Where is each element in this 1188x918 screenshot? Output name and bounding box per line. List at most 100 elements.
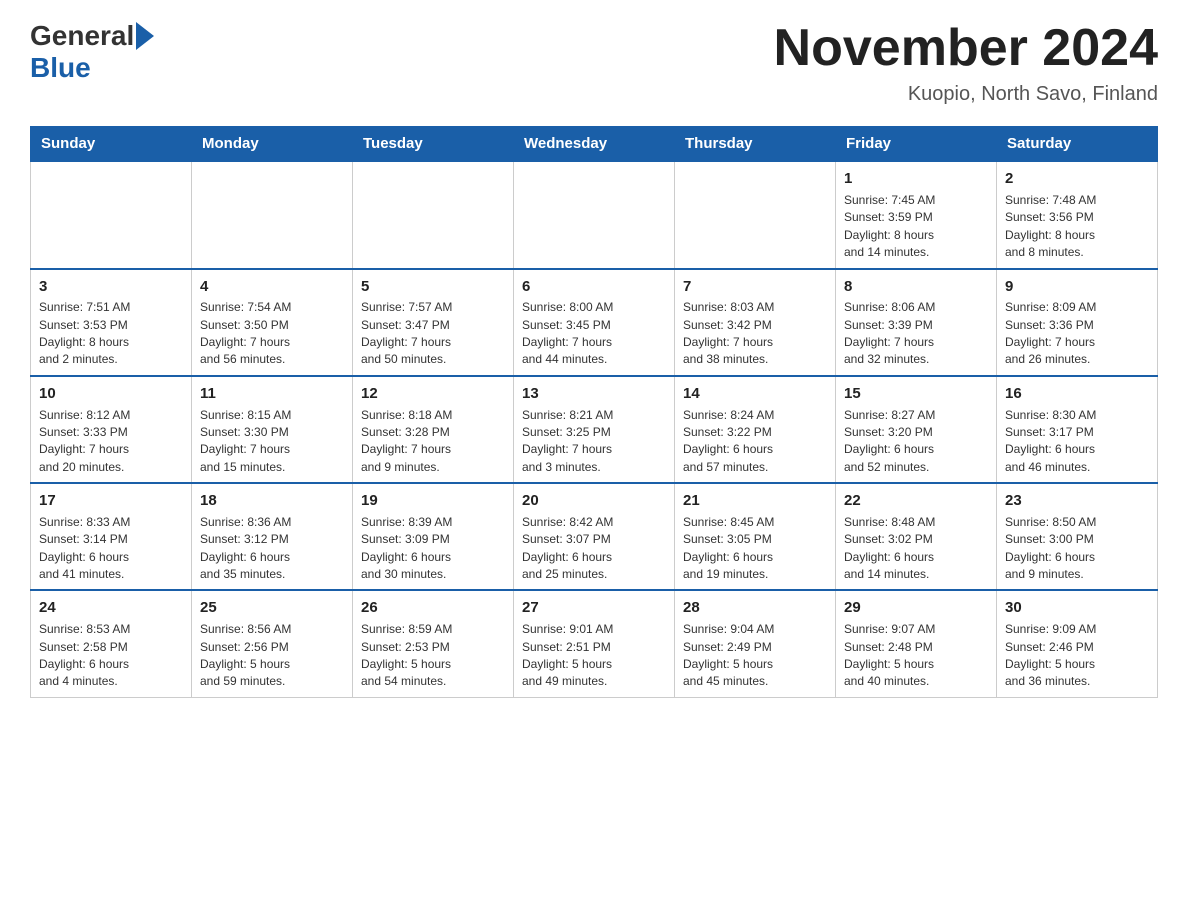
weekday-header-sunday: Sunday — [31, 127, 192, 162]
day-info: Sunrise: 8:15 AMSunset: 3:30 PMDaylight:… — [200, 407, 344, 477]
day-info: Sunrise: 7:48 AMSunset: 3:56 PMDaylight:… — [1005, 192, 1149, 262]
day-info: Sunrise: 9:01 AMSunset: 2:51 PMDaylight:… — [522, 621, 666, 691]
day-info: Sunrise: 8:24 AMSunset: 3:22 PMDaylight:… — [683, 407, 827, 477]
calendar-cell: 8Sunrise: 8:06 AMSunset: 3:39 PMDaylight… — [836, 269, 997, 376]
calendar-cell: 26Sunrise: 8:59 AMSunset: 2:53 PMDayligh… — [353, 590, 514, 697]
calendar-cell: 5Sunrise: 7:57 AMSunset: 3:47 PMDaylight… — [353, 269, 514, 376]
day-number: 28 — [683, 597, 827, 619]
calendar-cell: 9Sunrise: 8:09 AMSunset: 3:36 PMDaylight… — [997, 269, 1158, 376]
calendar-cell: 1Sunrise: 7:45 AMSunset: 3:59 PMDaylight… — [836, 161, 997, 268]
calendar-cell: 15Sunrise: 8:27 AMSunset: 3:20 PMDayligh… — [836, 376, 997, 483]
title-area: November 2024 Kuopio, North Savo, Finlan… — [774, 20, 1158, 106]
calendar-cell: 2Sunrise: 7:48 AMSunset: 3:56 PMDaylight… — [997, 161, 1158, 268]
day-number: 2 — [1005, 168, 1149, 190]
day-info: Sunrise: 8:33 AMSunset: 3:14 PMDaylight:… — [39, 514, 183, 584]
calendar-cell: 30Sunrise: 9:09 AMSunset: 2:46 PMDayligh… — [997, 590, 1158, 697]
day-number: 27 — [522, 597, 666, 619]
day-info: Sunrise: 8:00 AMSunset: 3:45 PMDaylight:… — [522, 299, 666, 369]
calendar-cell — [31, 161, 192, 268]
weekday-header-row: SundayMondayTuesdayWednesdayThursdayFrid… — [31, 127, 1158, 162]
logo-general-text: General — [30, 20, 134, 52]
day-info: Sunrise: 8:50 AMSunset: 3:00 PMDaylight:… — [1005, 514, 1149, 584]
calendar-cell: 17Sunrise: 8:33 AMSunset: 3:14 PMDayligh… — [31, 483, 192, 590]
calendar-table: SundayMondayTuesdayWednesdayThursdayFrid… — [30, 126, 1158, 698]
calendar-cell: 11Sunrise: 8:15 AMSunset: 3:30 PMDayligh… — [192, 376, 353, 483]
day-number: 4 — [200, 276, 344, 298]
day-number: 9 — [1005, 276, 1149, 298]
day-number: 3 — [39, 276, 183, 298]
calendar-cell: 27Sunrise: 9:01 AMSunset: 2:51 PMDayligh… — [514, 590, 675, 697]
day-number: 13 — [522, 383, 666, 405]
calendar-cell: 19Sunrise: 8:39 AMSunset: 3:09 PMDayligh… — [353, 483, 514, 590]
day-number: 25 — [200, 597, 344, 619]
day-number: 17 — [39, 490, 183, 512]
day-number: 1 — [844, 168, 988, 190]
day-number: 20 — [522, 490, 666, 512]
calendar-cell: 12Sunrise: 8:18 AMSunset: 3:28 PMDayligh… — [353, 376, 514, 483]
day-number: 23 — [1005, 490, 1149, 512]
day-number: 19 — [361, 490, 505, 512]
day-number: 12 — [361, 383, 505, 405]
day-info: Sunrise: 9:07 AMSunset: 2:48 PMDaylight:… — [844, 621, 988, 691]
calendar-cell: 21Sunrise: 8:45 AMSunset: 3:05 PMDayligh… — [675, 483, 836, 590]
day-number: 21 — [683, 490, 827, 512]
calendar-cell: 3Sunrise: 7:51 AMSunset: 3:53 PMDaylight… — [31, 269, 192, 376]
day-info: Sunrise: 7:57 AMSunset: 3:47 PMDaylight:… — [361, 299, 505, 369]
calendar-cell: 6Sunrise: 8:00 AMSunset: 3:45 PMDaylight… — [514, 269, 675, 376]
location-subtitle: Kuopio, North Savo, Finland — [774, 83, 1158, 106]
day-info: Sunrise: 7:51 AMSunset: 3:53 PMDaylight:… — [39, 299, 183, 369]
calendar-cell — [192, 161, 353, 268]
calendar-cell: 16Sunrise: 8:30 AMSunset: 3:17 PMDayligh… — [997, 376, 1158, 483]
day-info: Sunrise: 9:09 AMSunset: 2:46 PMDaylight:… — [1005, 621, 1149, 691]
day-info: Sunrise: 8:21 AMSunset: 3:25 PMDaylight:… — [522, 407, 666, 477]
calendar-cell: 7Sunrise: 8:03 AMSunset: 3:42 PMDaylight… — [675, 269, 836, 376]
weekday-header-friday: Friday — [836, 127, 997, 162]
calendar-cell: 28Sunrise: 9:04 AMSunset: 2:49 PMDayligh… — [675, 590, 836, 697]
day-number: 11 — [200, 383, 344, 405]
calendar-cell: 22Sunrise: 8:48 AMSunset: 3:02 PMDayligh… — [836, 483, 997, 590]
day-number: 14 — [683, 383, 827, 405]
calendar-cell: 18Sunrise: 8:36 AMSunset: 3:12 PMDayligh… — [192, 483, 353, 590]
day-number: 8 — [844, 276, 988, 298]
calendar-cell: 25Sunrise: 8:56 AMSunset: 2:56 PMDayligh… — [192, 590, 353, 697]
calendar-cell: 14Sunrise: 8:24 AMSunset: 3:22 PMDayligh… — [675, 376, 836, 483]
logo: General Blue — [30, 20, 156, 84]
calendar-cell: 29Sunrise: 9:07 AMSunset: 2:48 PMDayligh… — [836, 590, 997, 697]
day-info: Sunrise: 8:09 AMSunset: 3:36 PMDaylight:… — [1005, 299, 1149, 369]
day-number: 29 — [844, 597, 988, 619]
day-info: Sunrise: 7:54 AMSunset: 3:50 PMDaylight:… — [200, 299, 344, 369]
page-header: General Blue November 2024 Kuopio, North… — [30, 20, 1158, 106]
calendar-week-row: 10Sunrise: 8:12 AMSunset: 3:33 PMDayligh… — [31, 376, 1158, 483]
logo-arrow-icon — [136, 22, 154, 50]
day-info: Sunrise: 9:04 AMSunset: 2:49 PMDaylight:… — [683, 621, 827, 691]
day-number: 15 — [844, 383, 988, 405]
calendar-week-row: 3Sunrise: 7:51 AMSunset: 3:53 PMDaylight… — [31, 269, 1158, 376]
day-number: 30 — [1005, 597, 1149, 619]
day-number: 16 — [1005, 383, 1149, 405]
day-info: Sunrise: 8:36 AMSunset: 3:12 PMDaylight:… — [200, 514, 344, 584]
day-info: Sunrise: 8:27 AMSunset: 3:20 PMDaylight:… — [844, 407, 988, 477]
logo-blue-text: Blue — [30, 52, 91, 84]
day-info: Sunrise: 8:03 AMSunset: 3:42 PMDaylight:… — [683, 299, 827, 369]
day-number: 10 — [39, 383, 183, 405]
calendar-cell: 4Sunrise: 7:54 AMSunset: 3:50 PMDaylight… — [192, 269, 353, 376]
day-info: Sunrise: 8:12 AMSunset: 3:33 PMDaylight:… — [39, 407, 183, 477]
day-info: Sunrise: 8:42 AMSunset: 3:07 PMDaylight:… — [522, 514, 666, 584]
day-number: 24 — [39, 597, 183, 619]
day-number: 5 — [361, 276, 505, 298]
day-info: Sunrise: 8:48 AMSunset: 3:02 PMDaylight:… — [844, 514, 988, 584]
day-info: Sunrise: 8:30 AMSunset: 3:17 PMDaylight:… — [1005, 407, 1149, 477]
day-info: Sunrise: 8:06 AMSunset: 3:39 PMDaylight:… — [844, 299, 988, 369]
day-info: Sunrise: 8:45 AMSunset: 3:05 PMDaylight:… — [683, 514, 827, 584]
calendar-week-row: 24Sunrise: 8:53 AMSunset: 2:58 PMDayligh… — [31, 590, 1158, 697]
weekday-header-wednesday: Wednesday — [514, 127, 675, 162]
day-number: 7 — [683, 276, 827, 298]
day-info: Sunrise: 7:45 AMSunset: 3:59 PMDaylight:… — [844, 192, 988, 262]
day-info: Sunrise: 8:39 AMSunset: 3:09 PMDaylight:… — [361, 514, 505, 584]
day-info: Sunrise: 8:56 AMSunset: 2:56 PMDaylight:… — [200, 621, 344, 691]
day-number: 6 — [522, 276, 666, 298]
calendar-week-row: 17Sunrise: 8:33 AMSunset: 3:14 PMDayligh… — [31, 483, 1158, 590]
calendar-week-row: 1Sunrise: 7:45 AMSunset: 3:59 PMDaylight… — [31, 161, 1158, 268]
calendar-cell: 24Sunrise: 8:53 AMSunset: 2:58 PMDayligh… — [31, 590, 192, 697]
calendar-cell: 10Sunrise: 8:12 AMSunset: 3:33 PMDayligh… — [31, 376, 192, 483]
